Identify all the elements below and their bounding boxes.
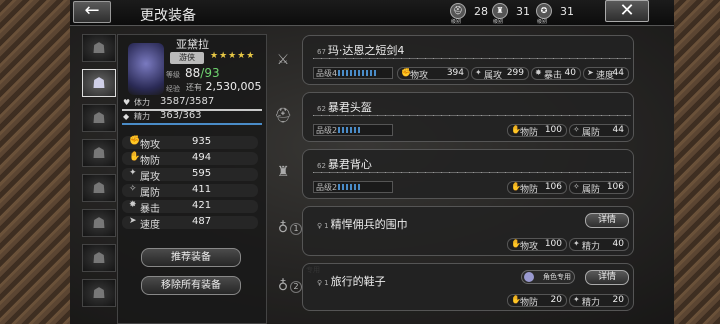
close-icon: ✕ [619,0,635,21]
detail-button[interactable]: 详情 [585,213,629,228]
stat-pill: ✦ 属攻 299 [471,67,529,81]
stat-row: ✊ 物攻 935 [122,136,258,151]
equipment-row-helmet[interactable]: 62 暴君头盔 品级2 ✋ 物防 100 ✧ 属防 44 [302,92,634,142]
armor-icon: ♜ [276,164,290,180]
stat-pill: ➤ 速度 44 [583,67,629,81]
class-badge: 游侠 [170,52,204,64]
character-slot[interactable]: ☗ [82,34,116,62]
page-title: 更改装备 [140,8,196,24]
stat-pill: ✸ 暴击 40 [531,67,581,81]
stat-pill: ✊ 物攻 394 [397,67,469,81]
hp-bar: ♥ 体力 3587/3587 [122,96,262,111]
sp-bar: ◆ 精力 363/363 [122,110,262,125]
character-slot[interactable]: ☗ [82,139,116,167]
equipment-row-armor[interactable]: 62 暴君背心 品级2 ✋ 物防 106 ✧ 属防 106 [302,149,634,199]
helmet-icon: ⛑ [274,108,292,124]
sword-icon: ⚔ [276,52,290,68]
remove-all-equipment-button[interactable]: 移除所有装备 [141,276,241,295]
back-button[interactable]: ← [73,1,111,23]
character-exclusive-badge: 角色专用 [521,270,575,284]
stat-pill: ✋ 物防 106 [507,181,567,195]
stat-pill: ✦ 精力 20 [569,294,629,308]
stat-pill: ✦ 精力 40 [569,238,629,252]
detail-button[interactable]: 详情 [585,270,629,285]
heart-icon: ♥ [123,98,131,107]
armor-icon: ♜ 级别 [492,3,508,25]
refine-level: 品级4 [313,67,393,79]
star-rating: ★★★★★ [210,51,256,61]
stat-pill: ✋ 物攻 100 [507,238,567,252]
stat-row: ✦ 属攻 595 [122,168,258,183]
stat-pill: ✋ 物防 20 [507,294,567,308]
level-label: 等级 [166,71,180,79]
character-slot-selected[interactable]: ☗ [82,69,116,97]
slot-number: 2 [290,281,302,293]
hero-portrait [128,43,164,95]
equipment-row-accessory-1[interactable]: ♀ 1 精悍佣兵的围巾 详情 ✋ 物攻 100 ✦ 精力 40 [302,206,634,256]
stat-pill: ✧ 属防 106 [569,181,629,195]
stat-row: ✸ 暴击 421 [122,200,258,215]
character-slot[interactable]: ☗ [82,244,116,272]
equipment-name: 精悍佣兵的围巾 [330,218,408,231]
stat-row: ✧ 属防 411 [122,184,258,199]
crest-icon: ✪ 级别 [536,3,552,25]
stat-pill: ✧ 属防 44 [569,124,629,138]
refine-level: 品级2 [313,181,393,193]
equipment-name: 暴君背心 [327,158,372,171]
equipment-name: 旅行的鞋子 [330,275,386,288]
left-border [0,0,70,324]
character-slot[interactable]: ☗ [82,174,116,202]
hero-level: 88/93 [185,66,220,80]
drop-icon: ◆ [123,112,130,121]
back-arrow-icon: ← [84,0,100,21]
stat-pill: ✋ 物防 100 [507,124,567,138]
recommend-equipment-button[interactable]: 推荐装备 [141,248,241,267]
helmet-icon: ⛑ 级别 [450,3,466,25]
refine-level: 品级2 [313,124,393,136]
exp-label: 经验 [166,85,180,93]
character-slot[interactable]: ☗ [82,279,116,307]
character-slot[interactable]: ☗ [82,104,116,132]
stat-row: ✋ 物防 494 [122,152,258,167]
slot-number: 1 [290,223,302,235]
right-border [674,0,720,324]
equipment-row-weapon[interactable]: 67 玛·达恩之短剑4 品级4 ✊ 物攻 394 ✦ 属攻 299 ✸ 暴击 40 ➤ 速度 44 [302,35,634,85]
stat-row: ➤ 速度 487 [122,216,258,231]
equipment-name: 暴君头盔 [327,101,372,114]
character-slot[interactable]: ☗ [82,209,116,237]
hero-exp: 还有 2,530,005 [186,80,262,93]
hero-name: 亚黛拉 [176,38,209,51]
equipment-row-accessory-2[interactable]: ♀ 1 旅行的鞋子 角色专用 详情 ✋ 物防 20 ✦ 精力 20 [302,263,634,311]
close-button[interactable]: ✕ [605,0,649,22]
equipment-name: 玛·达恩之短剑4 [327,44,405,57]
